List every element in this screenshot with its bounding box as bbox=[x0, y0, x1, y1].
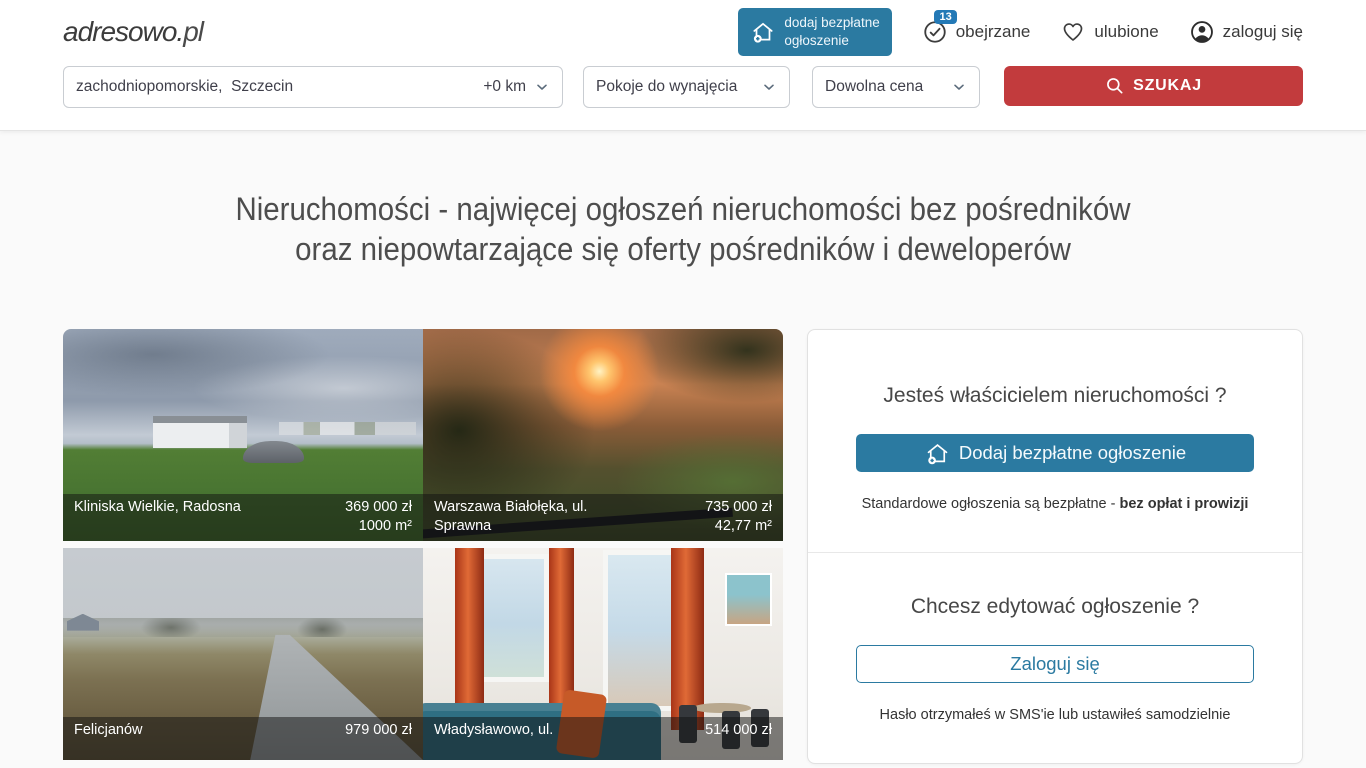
property-type-select[interactable]: Pokoje do wynajęcia bbox=[583, 66, 790, 108]
photo-element bbox=[243, 441, 304, 462]
listing-price: 514 000 zł bbox=[705, 721, 772, 740]
heart-icon bbox=[1060, 19, 1086, 45]
photo-element bbox=[67, 614, 99, 631]
listing-area: 1000 m² bbox=[345, 517, 412, 536]
chevron-down-icon bbox=[534, 79, 550, 95]
viewed-link[interactable]: 13 obejrzane bbox=[922, 19, 1031, 45]
add-free-listing-button[interactable]: Dodaj bezpłatne ogłoszenie bbox=[856, 434, 1254, 472]
login-button[interactable]: Zaloguj się bbox=[856, 645, 1254, 683]
listing-location: Kliniska Wielkie, Radosna bbox=[74, 498, 274, 536]
owner-panel: Jesteś właścicielem nieruchomości ? Doda… bbox=[807, 329, 1303, 764]
listing-card[interactable]: Władysławowo, ul. 514 000 zł bbox=[423, 548, 783, 760]
top-bar: adresowo.pl dodaj bezpłatneogłoszenie bbox=[63, 0, 1303, 42]
listing-caption: Warszawa Białołęka, ul. Sprawna 735 000 … bbox=[423, 494, 783, 541]
location-input[interactable]: zachodniopomorskie, Szczecin +0 km bbox=[63, 66, 563, 108]
login-link[interactable]: zaloguj się bbox=[1189, 19, 1303, 45]
radius-dropdown[interactable]: +0 km bbox=[483, 78, 550, 96]
listing-card[interactable]: Warszawa Białołęka, ul. Sprawna 735 000 … bbox=[423, 329, 783, 541]
listing-location: Władysławowo, ul. bbox=[434, 721, 634, 755]
magnifier-icon bbox=[1105, 76, 1125, 96]
favorites-link[interactable]: ulubione bbox=[1060, 19, 1158, 45]
photo-element bbox=[153, 416, 247, 448]
logo-brand: adresowo bbox=[63, 16, 176, 47]
header-actions: dodaj bezpłatneogłoszenie 13 obejrzane bbox=[738, 8, 1303, 55]
listing-card[interactable]: Felicjanów 979 000 zł bbox=[63, 548, 423, 760]
house-plus-icon bbox=[924, 440, 951, 467]
owner-section: Jesteś właścicielem nieruchomości ? Doda… bbox=[808, 330, 1302, 552]
add-free-listing-label: Dodaj bezpłatne ogłoszenie bbox=[959, 442, 1186, 464]
listing-price-area: 735 000 zł 42,77 m² bbox=[705, 498, 772, 536]
photo-element bbox=[725, 573, 772, 626]
listing-price-area: 514 000 zł bbox=[705, 721, 772, 755]
photo-element bbox=[549, 548, 574, 707]
listing-card[interactable]: Kliniska Wielkie, Radosna 369 000 zł 100… bbox=[63, 329, 423, 541]
listing-caption: Kliniska Wielkie, Radosna 369 000 zł 100… bbox=[63, 494, 423, 541]
login-button-label: Zaloguj się bbox=[1010, 653, 1099, 675]
chevron-down-icon bbox=[761, 79, 777, 95]
listing-area: 42,77 m² bbox=[705, 517, 772, 536]
page-title: Nieruchomości - najwięcej ogłoszeń nieru… bbox=[63, 189, 1303, 269]
viewed-label: obejrzane bbox=[956, 22, 1031, 42]
listing-price-area: 979 000 zł bbox=[345, 721, 412, 755]
photo-element bbox=[671, 548, 703, 730]
listing-location: Warszawa Białołęka, ul. Sprawna bbox=[434, 498, 634, 536]
photo-element bbox=[63, 618, 423, 637]
edit-section: Chcesz edytować ogłoszenie ? Zaloguj się… bbox=[808, 552, 1302, 763]
page-title-line1: Nieruchomości - najwięcej ogłoszeń nieru… bbox=[113, 189, 1254, 229]
listing-caption: Felicjanów 979 000 zł bbox=[63, 717, 423, 760]
search-bar: zachodniopomorskie, Szczecin +0 km Pokoj… bbox=[63, 66, 1303, 108]
search-button-label: SZUKAJ bbox=[1133, 77, 1202, 95]
site-logo[interactable]: adresowo.pl bbox=[63, 16, 203, 48]
add-listing-button[interactable]: dodaj bezpłatneogłoszenie bbox=[738, 8, 891, 55]
price-select[interactable]: Dowolna cena bbox=[812, 66, 980, 108]
logo-tld: pl bbox=[183, 16, 203, 47]
house-plus-icon bbox=[750, 19, 776, 45]
photo-element bbox=[603, 550, 679, 711]
chevron-down-icon bbox=[951, 79, 967, 95]
listing-location: Felicjanów bbox=[74, 721, 274, 755]
user-circle-icon bbox=[1189, 19, 1215, 45]
owner-note: Standardowe ogłoszenia są bezpłatne - be… bbox=[856, 496, 1254, 512]
login-label: zaloguj się bbox=[1223, 22, 1303, 42]
photo-element bbox=[477, 554, 549, 681]
page-title-line2: oraz niepowtarzające się oferty pośredni… bbox=[113, 229, 1254, 269]
listing-caption: Władysławowo, ul. 514 000 zł bbox=[423, 717, 783, 760]
photo-element bbox=[279, 422, 416, 435]
site-header: adresowo.pl dodaj bezpłatneogłoszenie bbox=[0, 0, 1366, 131]
check-circle-icon: 13 bbox=[922, 19, 948, 45]
price-value: Dowolna cena bbox=[825, 78, 923, 96]
viewed-count-badge: 13 bbox=[934, 10, 956, 24]
radius-value: +0 km bbox=[483, 78, 526, 96]
owner-heading: Jesteś właścicielem nieruchomości ? bbox=[856, 384, 1254, 408]
edit-note: Hasło otrzymałeś w SMS'ie lub ustawiłeś … bbox=[856, 707, 1254, 723]
edit-heading: Chcesz edytować ogłoszenie ? bbox=[856, 595, 1254, 619]
add-listing-label: dodaj bezpłatneogłoszenie bbox=[784, 14, 879, 49]
property-type-value: Pokoje do wynajęcia bbox=[596, 78, 737, 96]
listing-price: 369 000 zł bbox=[345, 498, 412, 517]
search-button[interactable]: SZUKAJ bbox=[1004, 66, 1303, 106]
photo-element bbox=[455, 548, 484, 718]
listing-grid: Kliniska Wielkie, Radosna 369 000 zł 100… bbox=[63, 329, 783, 760]
favorites-label: ulubione bbox=[1094, 22, 1158, 42]
location-value: zachodniopomorskie, Szczecin bbox=[76, 78, 293, 96]
listing-price: 979 000 zł bbox=[345, 721, 412, 740]
listing-price-area: 369 000 zł 1000 m² bbox=[345, 498, 412, 536]
listing-price: 735 000 zł bbox=[705, 498, 772, 517]
